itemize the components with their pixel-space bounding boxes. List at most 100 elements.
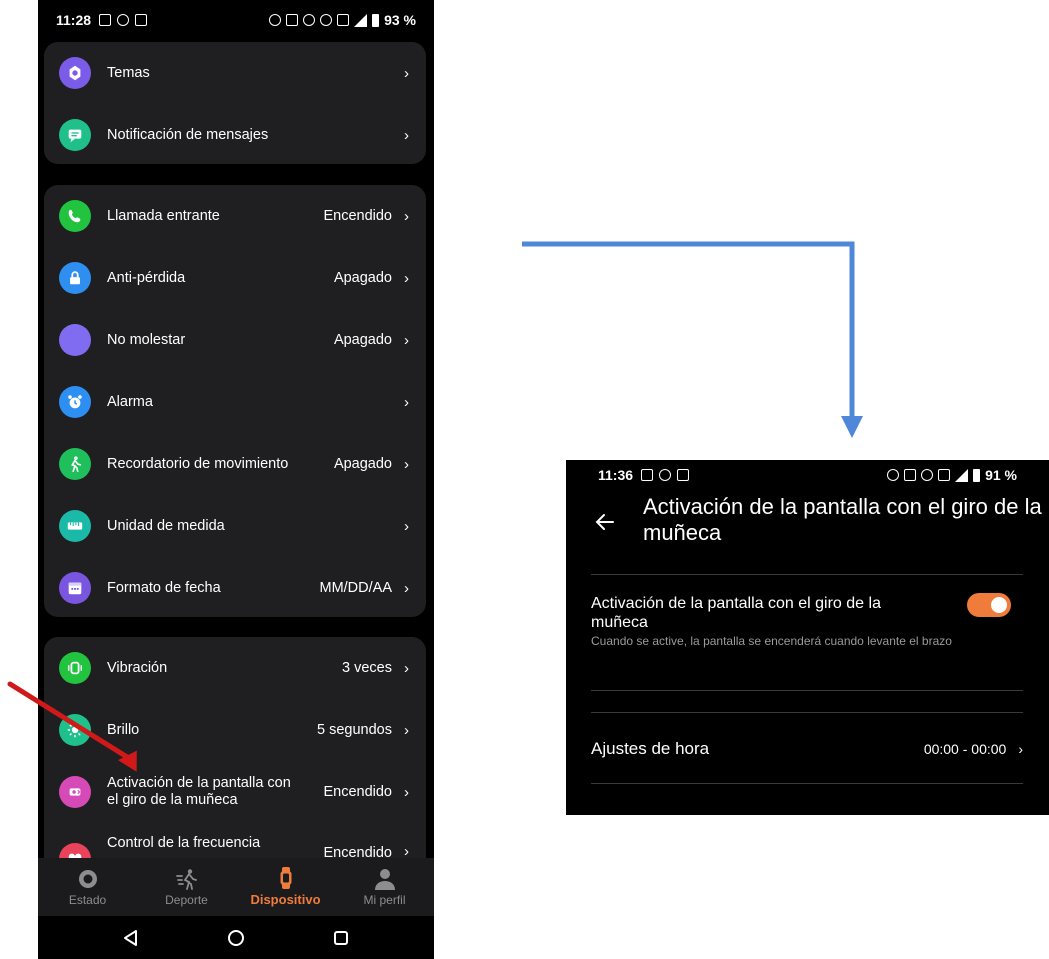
row-formato-fecha[interactable]: Formato de fecha MM/DD/AA › [44, 557, 426, 619]
row-label: Temas [107, 64, 150, 81]
settings-card-1: Temas › Notificación de mensajes › [44, 42, 426, 164]
nav-label: Mi perfil [363, 892, 406, 907]
row-recordatorio-movimiento[interactable]: Recordatorio de movimiento Apagado › [44, 433, 426, 495]
setting-description: Cuando se active, la pantalla se encende… [591, 634, 952, 648]
battery-level: 91 % [985, 467, 1017, 483]
row-label: Anti-pérdida [107, 269, 186, 286]
status-time: 11:28 [56, 12, 92, 28]
moon-icon [59, 324, 91, 356]
nav-label: Estado [68, 892, 107, 907]
nav-estado[interactable]: Estado [43, 868, 133, 907]
chevron-right-icon: › [404, 517, 409, 535]
chevron-right-icon: › [404, 64, 409, 82]
row-value: Apagado [333, 332, 392, 348]
lock-icon [59, 262, 91, 294]
row-vibracion[interactable]: Vibración 3 veces › [44, 637, 426, 699]
nfc-icon [286, 14, 299, 26]
wrist-activation-toggle[interactable] [967, 593, 1011, 617]
notification-icon [677, 469, 690, 481]
chevron-right-icon: › [404, 579, 409, 597]
row-label: Ajustes de hora [591, 739, 710, 758]
row-llamada-entrante[interactable]: Llamada entrante Encendido › [44, 185, 426, 247]
message-icon [59, 119, 91, 151]
vibrate-icon [337, 14, 350, 26]
row-value: MM/DD/AA [319, 580, 393, 596]
back-arrow-icon[interactable] [593, 510, 617, 534]
battery-icon [973, 468, 981, 482]
gallery-icon [99, 14, 112, 26]
row-value: Encendido [323, 784, 392, 800]
row-label: Vibración [107, 659, 168, 676]
row-anti-perdida[interactable]: Anti-pérdida Apagado › [44, 247, 426, 309]
row-label: Notificación de mensajes [107, 126, 269, 143]
chevron-right-icon: › [404, 269, 409, 287]
blue-connector-arrow [522, 241, 863, 438]
row-label: Unidad de medida [107, 517, 225, 534]
back-triangle-icon[interactable] [122, 929, 140, 947]
row-ajustes-hora[interactable]: Ajustes de hora 00:00 - 00:00 › [591, 730, 1023, 768]
row-brillo[interactable]: Brillo 5 segundos › [44, 699, 426, 761]
location-icon [320, 14, 333, 26]
calendar-icon [59, 572, 91, 604]
row-value: Apagado [333, 456, 392, 472]
row-activacion-giro-muneca[interactable]: Activación de la pantalla con el giro de… [44, 761, 426, 823]
row-no-molestar[interactable]: No molestar Apagado › [44, 309, 426, 371]
row-label: Formato de fecha [107, 579, 221, 596]
recents-square-icon[interactable] [332, 929, 350, 947]
divider [591, 783, 1023, 784]
bottom-navigation: Estado Deporte Dispositivo Mi perfil [38, 858, 434, 916]
divider [591, 574, 1023, 575]
device-icon [280, 867, 291, 889]
chevron-right-icon: › [404, 126, 409, 144]
status-bar: 11:28 93 % [38, 0, 434, 40]
alarm-status-icon [269, 14, 282, 26]
nav-deporte[interactable]: Deporte [142, 868, 232, 907]
row-label: Alarma [107, 393, 153, 410]
row-alarma[interactable]: Alarma › [44, 371, 426, 433]
chevron-right-icon: › [404, 331, 409, 349]
nav-dispositivo[interactable]: Dispositivo [241, 867, 331, 907]
row-label: No molestar [107, 331, 186, 348]
row-value: Encendido [323, 208, 392, 224]
bluetooth-icon [303, 14, 316, 26]
wrist-icon [59, 776, 91, 808]
home-circle-icon[interactable] [227, 929, 245, 947]
nfc-icon [904, 469, 917, 481]
bluetooth-icon [921, 469, 934, 481]
chevron-right-icon: › [404, 659, 409, 677]
row-label: Brillo [107, 721, 140, 738]
vibrate-icon [938, 469, 951, 481]
row-notificacion-mensajes[interactable]: Notificación de mensajes › [44, 104, 426, 166]
row-unidad-medida[interactable]: Unidad de medida › [44, 495, 426, 557]
row-label: Recordatorio de movimiento [107, 455, 289, 472]
alarm-status-icon [887, 469, 900, 481]
signal-icon [354, 13, 368, 27]
alarm-icon [59, 386, 91, 418]
chevron-right-icon: › [404, 455, 409, 473]
status-icon [78, 869, 97, 888]
walk-icon [59, 448, 91, 480]
page-header: Activación de la pantalla con el giro de… [566, 494, 1049, 552]
wrist-activation-setting: Activación de la pantalla con el giro de… [591, 594, 1023, 648]
divider [591, 712, 1023, 713]
row-label: Llamada entrante [107, 207, 220, 224]
battery-icon [372, 13, 380, 27]
sport-icon [175, 868, 197, 890]
signal-icon [955, 468, 969, 482]
chevron-right-icon: › [1018, 741, 1023, 757]
status-bar: 11:36 91 % [566, 460, 1049, 490]
app-icon [117, 14, 130, 26]
setting-title: Activación de la pantalla con el giro de… [591, 595, 881, 631]
nav-mi-perfil[interactable]: Mi perfil [340, 868, 430, 907]
left-phone-screen: 11:28 93 % Temas › Notificación de mensa… [38, 0, 434, 959]
chevron-right-icon: › [404, 721, 409, 739]
page-title: Activación de la pantalla con el giro de… [643, 494, 1042, 545]
profile-icon [374, 868, 395, 890]
chevron-right-icon: › [404, 783, 409, 801]
right-phone-screen: 11:36 91 % Activación de la pantalla con… [566, 460, 1049, 815]
phone-icon [59, 200, 91, 232]
gallery-icon [641, 469, 654, 481]
nav-label: Dispositivo [250, 892, 321, 907]
settings-card-2: Llamada entrante Encendido › Anti-pérdid… [44, 185, 426, 617]
row-temas[interactable]: Temas › [44, 42, 426, 104]
